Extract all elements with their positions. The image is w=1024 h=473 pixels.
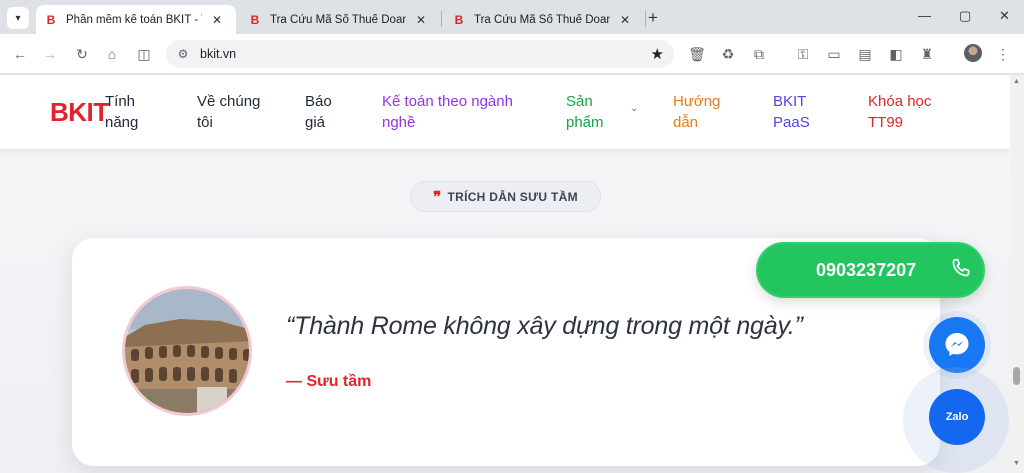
reading-list-icon[interactable]: ▤ [855, 44, 875, 64]
nav-features[interactable]: Tính năng [105, 91, 165, 133]
tab-title: Phần mềm kế toán BKIT - Tiệm [66, 13, 202, 26]
page-viewport: BKIT Tính năng Về chúng tôi Báo giá Kế t… [0, 75, 1010, 473]
chevron-down-icon: ▾ [15, 12, 21, 24]
address-bar[interactable]: ⚙ bkit.vn ★ [166, 40, 674, 68]
zalo-label: Zalo [945, 411, 969, 423]
forward-icon[interactable]: → [40, 44, 60, 64]
close-tab-icon[interactable]: ✕ [618, 13, 632, 27]
messenger-button[interactable] [929, 317, 985, 373]
maximize-icon[interactable]: ▢ [959, 8, 971, 24]
nav-pricing[interactable]: Báo giá [305, 91, 345, 133]
tab-title: Tra Cứu Mã Số Thuế Doanh Ngh [270, 13, 406, 26]
nav-course-tt99[interactable]: Khóa học TT99 [868, 91, 948, 133]
close-window-icon[interactable]: ✕ [999, 8, 1010, 24]
scrollbar-thumb[interactable] [1013, 367, 1020, 385]
tab-title: Tra Cứu Mã Số Thuế Doanh Ngh [474, 13, 610, 26]
reload-icon[interactable]: ↻ [72, 44, 92, 64]
phone-number: 0903237207 [816, 260, 917, 280]
nav-about[interactable]: Về chúng tôi [197, 91, 277, 133]
nav-industry-accounting[interactable]: Kế toán theo ngành nghề [382, 91, 532, 133]
home-icon[interactable]: ⌂ [102, 44, 122, 64]
quote-mark-icon: ❞ [433, 187, 442, 206]
messenger-icon [945, 333, 969, 356]
incognito-icon[interactable]: ♜ [917, 44, 937, 64]
tab-divider [645, 11, 646, 27]
extensions-icon[interactable]: ⧉ [749, 44, 769, 64]
nav-guides[interactable]: Hướng dẫn [673, 91, 733, 133]
recycle-icon[interactable]: ♻ [718, 44, 738, 64]
site-info-icon[interactable]: ⚙ [174, 45, 192, 63]
profile-avatar[interactable] [964, 44, 982, 62]
browser-toolbar: ← → ↻ ⌂ ◫ ⚙ bkit.vn ★ 🗑 ♻ ⧉ ⚿ ▭ ▤ ◧ ♜ ⋮ [0, 34, 1024, 74]
close-tab-icon[interactable]: ✕ [210, 13, 224, 27]
section-label: TRÍCH DẪN SƯU TẦM [447, 189, 578, 204]
chevron-down-icon[interactable]: ⌄ [630, 103, 638, 114]
more-menu-icon[interactable]: ⋮ [993, 44, 1013, 64]
minimize-icon[interactable]: — [918, 8, 931, 23]
quote-author: — Sưu tầm [286, 373, 372, 390]
close-tab-icon[interactable]: ✕ [414, 13, 428, 27]
nav-bkit-paas[interactable]: BKIT PaaS [773, 91, 823, 133]
new-tab-icon[interactable]: + [648, 8, 658, 28]
site-header: BKIT Tính năng Về chúng tôi Báo giá Kế t… [0, 75, 1010, 149]
quote-text: “Thành Rome không xây dựng trong một ngà… [286, 312, 803, 340]
payment-card-icon[interactable]: ▭ [824, 44, 844, 64]
side-panel-icon[interactable]: ◧ [886, 44, 906, 64]
bkit-logo[interactable]: BKIT [50, 97, 109, 128]
call-phone-button[interactable]: 0903237207 [756, 242, 985, 298]
colosseum-photo [122, 286, 252, 416]
zalo-button[interactable]: Zalo [929, 389, 985, 445]
tab-3[interactable]: B Tra Cứu Mã Số Thuế Doanh Ngh ✕ [444, 5, 644, 34]
bkit-favicon-icon: B [454, 12, 464, 27]
page-scrollbar[interactable] [1010, 75, 1024, 473]
tab-search-button[interactable]: ▾ [7, 7, 29, 29]
tab-strip: ▾ B Phần mềm kế toán BKIT - Tiệm ✕ B Tra… [0, 0, 1024, 34]
scroll-up-arrow-icon[interactable]: ▲ [1013, 78, 1020, 85]
bkit-favicon-icon: B [46, 12, 56, 27]
bookmark-star-icon[interactable]: ★ [651, 45, 664, 63]
reading-mode-icon[interactable]: ◫ [134, 44, 154, 64]
phone-icon [952, 258, 970, 277]
nav-products[interactable]: Sản phẩm [566, 91, 616, 133]
password-key-icon[interactable]: ⚿ [793, 44, 813, 64]
tab-divider [441, 11, 442, 27]
tab-1[interactable]: B Phần mềm kế toán BKIT - Tiệm ✕ [36, 5, 236, 34]
bkit-favicon-icon: B [250, 12, 260, 27]
scroll-down-arrow-icon[interactable]: ▼ [1013, 460, 1020, 467]
section-label-pill: ❞ TRÍCH DẪN SƯU TẦM [410, 181, 601, 212]
trash-icon[interactable]: 🗑 [687, 44, 707, 64]
back-icon[interactable]: ← [10, 44, 30, 64]
url-text[interactable]: bkit.vn [200, 47, 236, 61]
tab-2[interactable]: B Tra Cứu Mã Số Thuế Doanh Ngh ✕ [240, 5, 440, 34]
